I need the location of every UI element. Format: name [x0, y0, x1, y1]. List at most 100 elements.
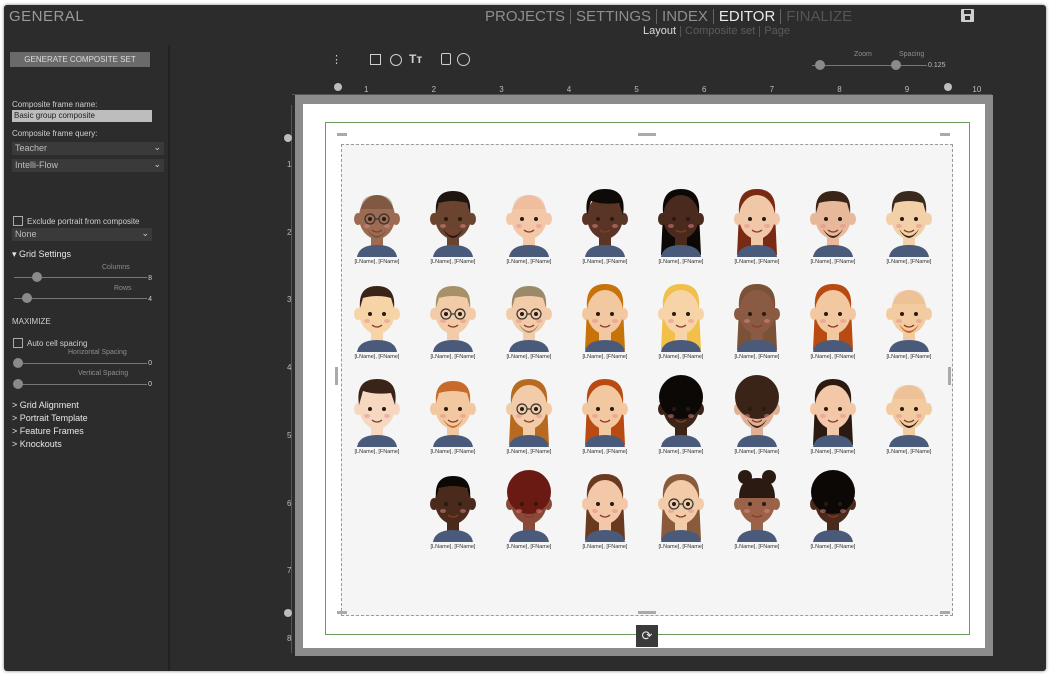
portrait-card[interactable]: [LName], [FName]: [649, 468, 713, 550]
grid-icon[interactable]: [457, 53, 470, 66]
ruler-h-label: 9: [904, 85, 910, 94]
resize-handle-left[interactable]: [335, 367, 338, 385]
chevron-down-icon: ⌄: [141, 228, 149, 238]
exclude-select[interactable]: None ⌄: [12, 228, 152, 241]
query-select-teacher[interactable]: Teacher ⌄: [12, 142, 164, 155]
query-select-flow[interactable]: Intelli-Flow ⌄: [12, 159, 164, 172]
ruler-marker-top[interactable]: [284, 134, 292, 142]
portrait-card[interactable]: [LName], [FName]: [421, 373, 485, 455]
portrait-card[interactable]: [LName], [FName]: [801, 183, 865, 265]
hspacing-value: 0: [148, 360, 152, 367]
portrait-card[interactable]: [LName], [FName]: [725, 278, 789, 360]
query-select-teacher-value: Teacher: [15, 143, 48, 153]
avatar: [354, 286, 400, 352]
portrait-card[interactable]: [LName], [FName]: [725, 183, 789, 265]
portrait-card[interactable]: [LName], [FName]: [421, 468, 485, 550]
grid-alignment-toggle[interactable]: > Grid Alignment: [12, 400, 79, 410]
app-window: GENERAL PROJECTS SETTINGS INDEX EDITOR F…: [4, 5, 1046, 671]
portrait-card[interactable]: [LName], [FName]: [573, 278, 637, 360]
rows-slider[interactable]: [14, 298, 147, 299]
portrait-card[interactable]: [LName], [FName]: [801, 373, 865, 455]
nav-editor[interactable]: EDITOR: [714, 9, 782, 24]
exclude-label: Exclude portrait from composite: [27, 217, 140, 226]
portrait-card[interactable]: [LName], [FName]: [877, 278, 941, 360]
portrait-card[interactable]: [LName], [FName]: [877, 183, 941, 265]
portrait-card[interactable]: [LName], [FName]: [497, 183, 561, 265]
zoom-slider-handle[interactable]: [815, 60, 825, 70]
portrait-name-label: [LName], [FName]: [734, 449, 780, 455]
portrait-card[interactable]: [LName], [FName]: [649, 278, 713, 360]
nav-projects[interactable]: PROJECTS: [480, 9, 572, 24]
hspacing-slider[interactable]: [14, 363, 147, 364]
frame-name-input[interactable]: Basic group composite: [12, 110, 152, 122]
resize-handle-br[interactable]: [940, 611, 950, 614]
image-icon[interactable]: [370, 54, 381, 65]
portrait-card[interactable]: [LName], [FName]: [497, 278, 561, 360]
portrait-card[interactable]: [LName], [FName]: [573, 183, 637, 265]
ruler-marker-left[interactable]: [334, 83, 342, 91]
portrait-card[interactable]: [LName], [FName]: [497, 373, 561, 455]
subnav-layout[interactable]: Layout: [643, 26, 682, 37]
auto-spacing-checkbox[interactable]: [13, 338, 23, 348]
frame-icon[interactable]: [390, 54, 402, 66]
portrait-name-label: [LName], [FName]: [354, 259, 400, 265]
resize-handle-tr[interactable]: [940, 133, 950, 136]
resize-handle-tl[interactable]: [337, 133, 347, 136]
portrait-card[interactable]: [LName], [FName]: [649, 373, 713, 455]
portrait-name-label: [LName], [FName]: [886, 259, 932, 265]
feature-frames-toggle[interactable]: > Feature Frames: [12, 426, 84, 436]
subnav-composite-set[interactable]: Composite set: [681, 26, 761, 37]
spacing-slider[interactable]: [882, 65, 927, 66]
save-icon[interactable]: [961, 9, 974, 22]
nav-settings[interactable]: SETTINGS: [571, 9, 658, 24]
more-vertical-icon[interactable]: ⋮: [331, 53, 342, 66]
maximize-label: MAXIMIZE: [12, 317, 51, 326]
portrait-card[interactable]: [LName], [FName]: [345, 183, 409, 265]
generate-composite-button[interactable]: GENERATE COMPOSITE SET: [10, 52, 150, 67]
refresh-icon[interactable]: ⟳: [636, 625, 658, 647]
portrait-card[interactable]: [LName], [FName]: [877, 373, 941, 455]
resize-handle-bl[interactable]: [337, 611, 347, 614]
subnav-page[interactable]: Page: [760, 26, 794, 37]
portrait-card[interactable]: [LName], [FName]: [573, 468, 637, 550]
sub-nav: Layout Composite set Page: [643, 26, 794, 37]
ruler-h-label: 1: [364, 85, 369, 94]
portrait-card[interactable]: [LName], [FName]: [573, 373, 637, 455]
portrait-card[interactable]: [LName], [FName]: [421, 278, 485, 360]
portrait-card[interactable]: [LName], [FName]: [801, 468, 865, 550]
portrait-name-label: [LName], [FName]: [430, 259, 476, 265]
text-icon[interactable]: Tт: [409, 52, 422, 66]
zoom-label: Zoom: [854, 51, 872, 58]
portrait-card[interactable]: [LName], [FName]: [497, 468, 561, 550]
chevron-right-icon: >: [12, 400, 20, 410]
vspacing-slider[interactable]: [14, 384, 147, 385]
knockouts-toggle[interactable]: > Knockouts: [12, 439, 62, 449]
lock-icon[interactable]: [441, 53, 451, 65]
ruler-marker-right[interactable]: [944, 83, 952, 91]
avatar: [734, 375, 780, 447]
hspacing-slider-handle[interactable]: [13, 358, 23, 368]
nav-index[interactable]: INDEX: [657, 9, 714, 24]
portrait-card[interactable]: [LName], [FName]: [345, 373, 409, 455]
resize-handle-right[interactable]: [948, 367, 951, 385]
avatar: [354, 195, 400, 257]
rows-slider-handle[interactable]: [22, 293, 32, 303]
resize-handle-top[interactable]: [638, 133, 656, 136]
chevron-down-icon: ⌄: [153, 159, 161, 169]
vspacing-slider-handle[interactable]: [13, 379, 23, 389]
resize-handle-bottom[interactable]: [638, 611, 656, 614]
exclude-checkbox[interactable]: [13, 216, 23, 226]
portrait-name-label: [LName], [FName]: [886, 354, 932, 360]
portrait-card[interactable]: [LName], [FName]: [649, 183, 713, 265]
portrait-template-toggle[interactable]: > Portrait Template: [12, 413, 88, 423]
portrait-card[interactable]: [LName], [FName]: [725, 373, 789, 455]
columns-slider-handle[interactable]: [32, 272, 42, 282]
nav-finalize[interactable]: FINALIZE: [781, 9, 857, 24]
portrait-card[interactable]: [LName], [FName]: [345, 278, 409, 360]
portrait-card[interactable]: [LName], [FName]: [801, 278, 865, 360]
ruler-marker-bottom[interactable]: [284, 609, 292, 617]
portrait-card[interactable]: [LName], [FName]: [421, 183, 485, 265]
portrait-card[interactable]: [LName], [FName]: [725, 468, 789, 550]
grid-settings-toggle[interactable]: ▾ Grid Settings: [12, 249, 71, 260]
spacing-slider-handle[interactable]: [891, 60, 901, 70]
